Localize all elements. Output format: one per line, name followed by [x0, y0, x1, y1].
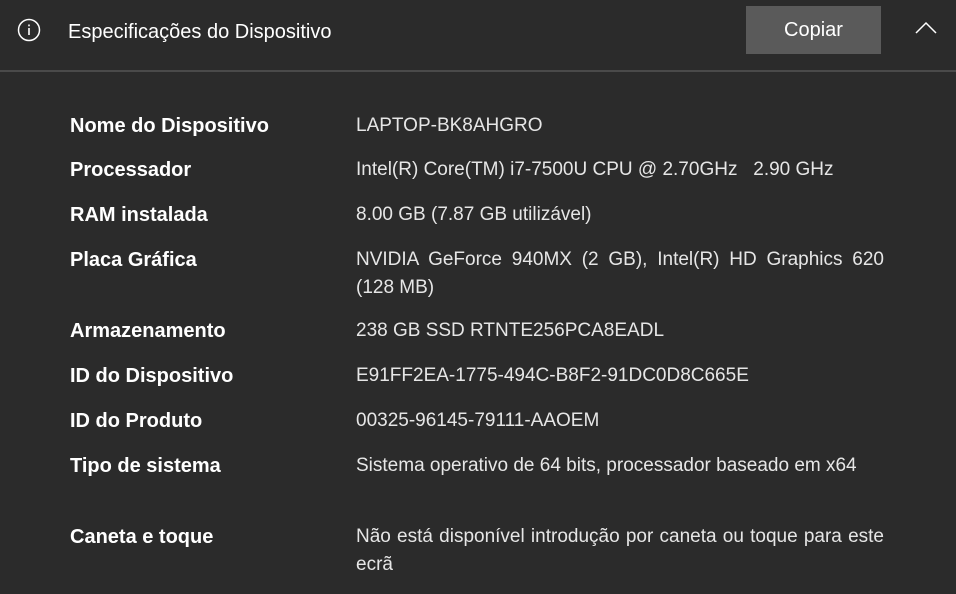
spec-label: ID do Dispositivo [70, 365, 234, 387]
copy-button[interactable]: Copiar [746, 6, 881, 54]
spec-label: ID do Produto [70, 410, 203, 432]
spec-value: Não está disponível introdução por canet… [356, 526, 890, 575]
spec-value: NVIDIA GeForce 940MX (2 GB), Intel(R) HD… [356, 249, 890, 298]
spec-value: Sistema operativo de 64 bits, processado… [356, 455, 857, 476]
spec-label: Placa Gráfica [70, 249, 197, 271]
spec-value: Intel(R) Core(TM) i7-7500U CPU @ 2.70GHz… [356, 159, 834, 180]
spec-label: RAM instalada [70, 204, 208, 226]
chevron-up-icon[interactable] [913, 18, 939, 38]
section-title: Especificações do Dispositivo [68, 21, 332, 43]
spec-value: 00325-96145-79111-AAOEM [356, 410, 600, 431]
spec-value: LAPTOP-BK8AHGRO [356, 115, 543, 136]
spec-label: Tipo de sistema [70, 455, 221, 477]
device-specs-header[interactable]: Especificações do Dispositivo Copiar [0, 0, 956, 72]
spec-label: Processador [70, 159, 192, 181]
spec-value: 8.00 GB (7.87 GB utilizável) [356, 204, 592, 225]
spec-label: Caneta e toque [70, 526, 214, 548]
spec-value: 238 GB SSD RTNTE256PCA8EADL [356, 320, 665, 341]
spec-label: Nome do Dispositivo [70, 115, 269, 137]
spec-label: Armazenamento [70, 320, 226, 342]
info-icon [17, 18, 41, 42]
spec-value: E91FF2EA-1775-494C-B8F2-91DC0D8C665E [356, 365, 749, 386]
